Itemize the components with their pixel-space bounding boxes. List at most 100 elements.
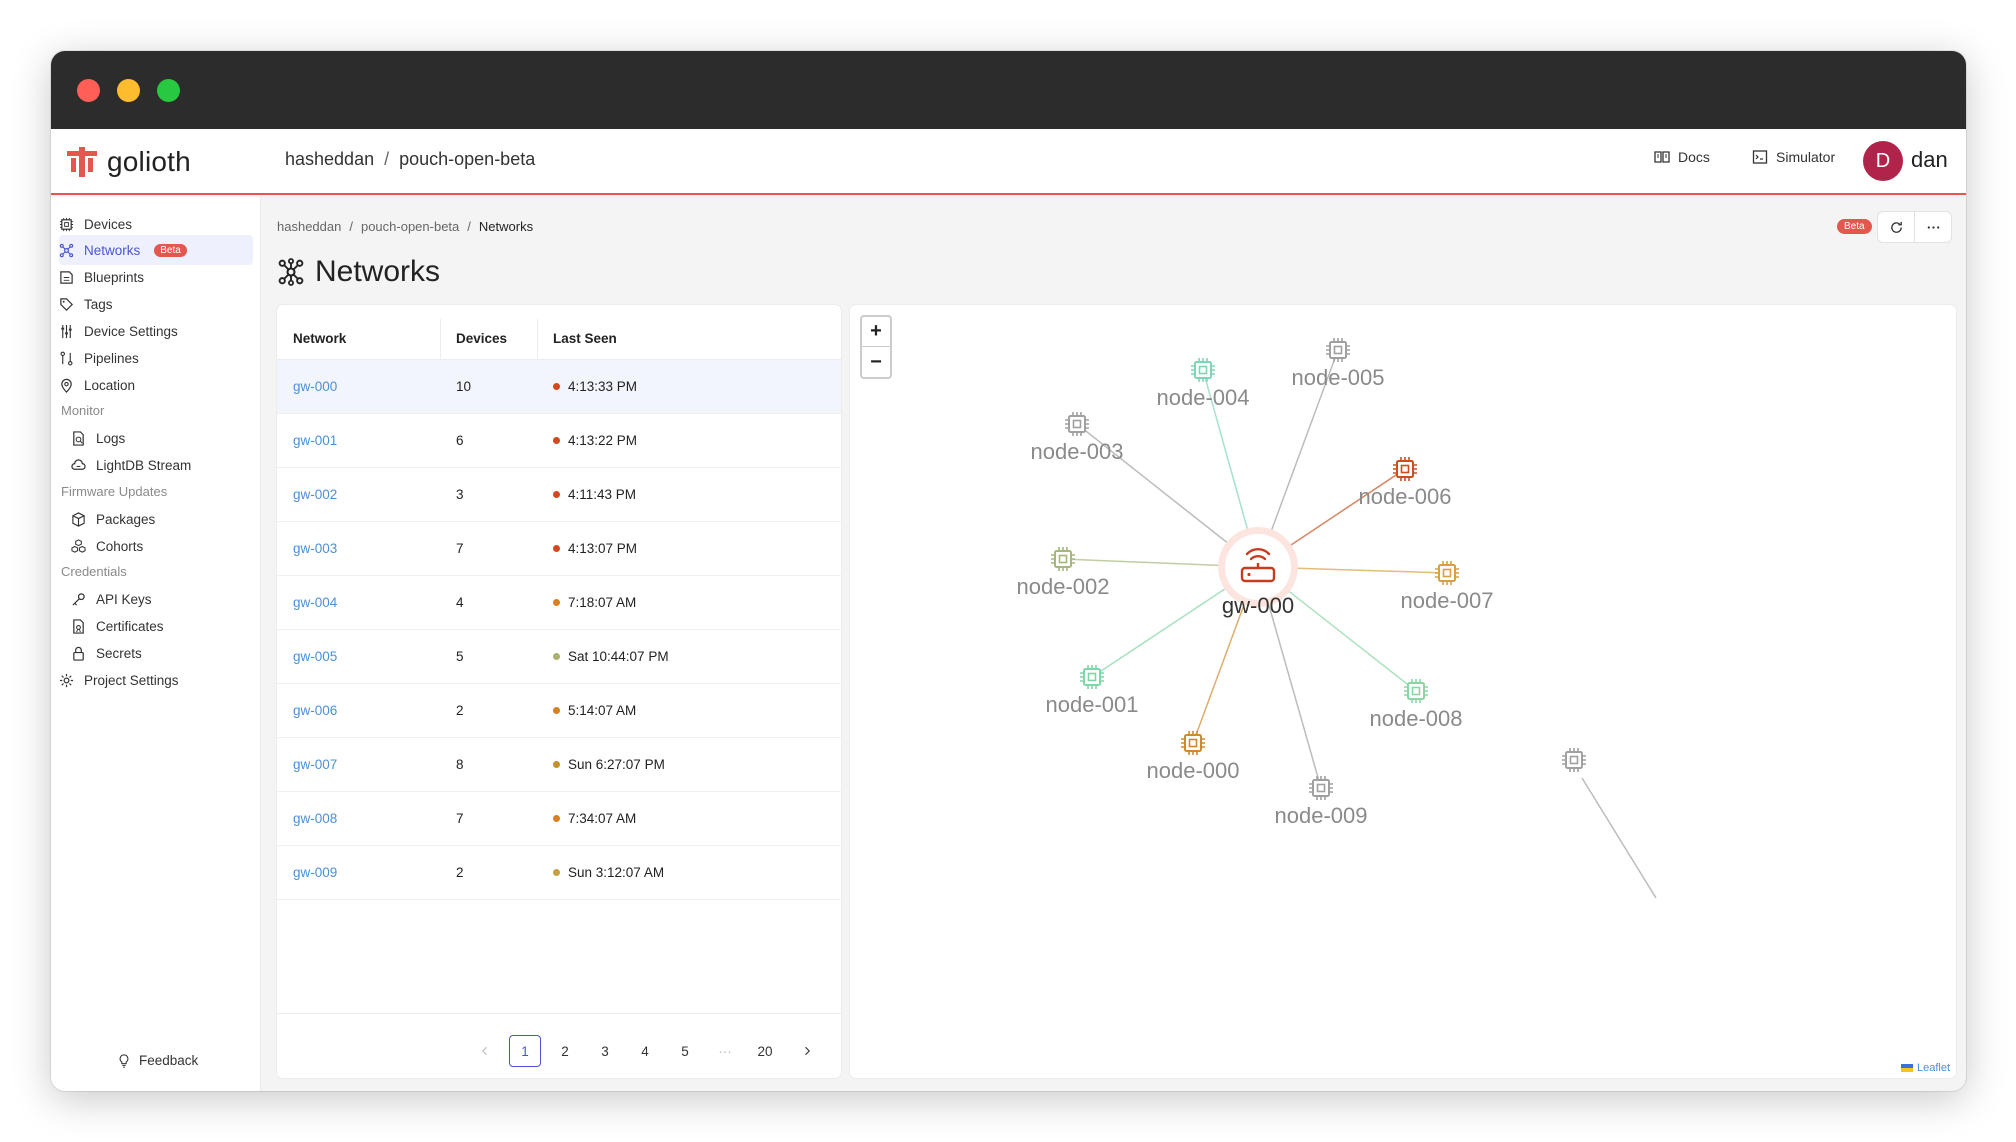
chip-icon[interactable] xyxy=(1181,731,1205,755)
zoom-out-button[interactable]: − xyxy=(862,347,890,377)
chip-icon[interactable] xyxy=(1435,561,1459,585)
maximize-window-button[interactable] xyxy=(157,79,180,102)
network-link[interactable]: gw-003 xyxy=(293,541,337,556)
network-link[interactable]: gw-002 xyxy=(293,487,337,502)
sidebar-item-location[interactable]: Location xyxy=(59,370,253,400)
close-window-button[interactable] xyxy=(77,79,100,102)
network-topology-graph[interactable]: gw-000 node-000 node-001 node-002 node-0… xyxy=(850,305,1956,1078)
gear-icon xyxy=(59,673,74,687)
more-options-button[interactable] xyxy=(1914,211,1952,243)
chip-icon[interactable] xyxy=(1562,748,1586,772)
sidebar-item-packages[interactable]: Packages xyxy=(71,504,253,534)
network-link[interactable]: gw-001 xyxy=(293,433,337,448)
chip-icon[interactable] xyxy=(1191,358,1215,382)
page-button-3[interactable]: 3 xyxy=(589,1035,621,1067)
table-row[interactable]: gw-004 4 7:18:07 AM xyxy=(277,576,841,630)
last-seen-text: 4:13:07 PM xyxy=(568,541,638,556)
chip-icon[interactable] xyxy=(1404,679,1428,703)
golioth-logo[interactable]: golioth xyxy=(65,143,191,181)
sidebar-item-tags[interactable]: Tags xyxy=(59,289,253,319)
zoom-in-button[interactable]: + xyxy=(862,317,890,347)
table-row[interactable]: gw-006 2 5:14:07 AM xyxy=(277,684,841,738)
page-ellipsis[interactable]: ··· xyxy=(709,1035,741,1067)
breadcrumb-owner[interactable]: hasheddan xyxy=(277,219,341,234)
table-row[interactable]: gw-008 7 7:34:07 AM xyxy=(277,792,841,846)
sidebar-item-api-keys[interactable]: API Keys xyxy=(71,584,253,614)
sidebar-item-logs[interactable]: Logs xyxy=(71,423,253,453)
simulator-link[interactable]: Simulator xyxy=(1752,149,1835,165)
table-row[interactable]: gw-005 5 Sat 10:44:07 PM xyxy=(277,630,841,684)
network-map[interactable]: gw-000 node-000 node-001 node-002 node-0… xyxy=(850,305,1956,1078)
sidebar-section-credentials: Credentials xyxy=(61,564,127,579)
table-row[interactable]: gw-000 10 4:13:33 PM xyxy=(277,360,841,414)
chip-icon[interactable] xyxy=(1051,547,1075,571)
sidebar-item-networks[interactable]: Networks Beta xyxy=(59,235,253,265)
sidebar-item-lightdb-stream[interactable]: LightDB Stream xyxy=(71,450,253,480)
sidebar-item-secrets[interactable]: Secrets xyxy=(71,638,253,668)
network-link[interactable]: gw-005 xyxy=(293,649,337,664)
page-button-20[interactable]: 20 xyxy=(749,1035,781,1067)
network-link[interactable]: gw-004 xyxy=(293,595,337,610)
page-button-2[interactable]: 2 xyxy=(549,1035,581,1067)
status-dot xyxy=(553,815,560,822)
node-label: node-005 xyxy=(1292,365,1385,390)
user-avatar[interactable]: D xyxy=(1863,141,1903,181)
sidebar-item-certificates[interactable]: Certificates xyxy=(71,611,253,641)
node-label: node-004 xyxy=(1157,385,1250,410)
column-header-devices[interactable]: Devices xyxy=(456,331,507,346)
network-link[interactable]: gw-006 xyxy=(293,703,337,718)
project-selector[interactable]: hasheddan / pouch-open-beta xyxy=(285,149,535,170)
network-link[interactable]: gw-000 xyxy=(293,379,337,394)
network-link[interactable]: gw-008 xyxy=(293,811,337,826)
breadcrumb-separator: / xyxy=(349,219,353,234)
page-button-1[interactable]: 1 xyxy=(509,1035,541,1067)
docs-link[interactable]: Docs xyxy=(1654,149,1710,165)
table-row[interactable]: gw-001 6 4:13:22 PM xyxy=(277,414,841,468)
page-button-5[interactable]: 5 xyxy=(669,1035,701,1067)
minimize-window-button[interactable] xyxy=(117,79,140,102)
device-count: 7 xyxy=(456,811,464,826)
network-link[interactable]: gw-007 xyxy=(293,757,337,772)
feedback-button[interactable]: Feedback xyxy=(117,1053,198,1068)
chip-icon[interactable] xyxy=(1309,776,1333,800)
network-link[interactable]: gw-009 xyxy=(293,865,337,880)
status-dot xyxy=(553,869,560,876)
last-seen: 7:34:07 AM xyxy=(553,811,636,826)
column-divider xyxy=(537,319,538,359)
breadcrumb-project[interactable]: pouch-open-beta xyxy=(361,219,459,234)
network-icon xyxy=(59,243,74,257)
device-count: 7 xyxy=(456,541,464,556)
sidebar-item-device-settings[interactable]: Device Settings xyxy=(59,316,253,346)
chip-icon[interactable] xyxy=(1080,665,1104,689)
refresh-button[interactable] xyxy=(1877,211,1915,243)
table-row[interactable]: gw-002 3 4:11:43 PM xyxy=(277,468,841,522)
page-button-4[interactable]: 4 xyxy=(629,1035,661,1067)
last-seen-text: 4:13:33 PM xyxy=(568,379,638,394)
chip-icon[interactable] xyxy=(1326,338,1350,362)
sidebar-item-blueprints[interactable]: Blueprints xyxy=(59,262,253,292)
map-attribution[interactable]: Leaflet xyxy=(1900,1062,1950,1074)
previous-page-button[interactable] xyxy=(469,1035,501,1067)
device-count: 2 xyxy=(456,865,464,880)
status-dot xyxy=(553,383,560,390)
node-label: node-008 xyxy=(1370,706,1463,731)
last-seen: Sun 6:27:07 PM xyxy=(553,757,665,772)
column-header-network[interactable]: Network xyxy=(293,331,346,346)
column-header-last-seen[interactable]: Last Seen xyxy=(553,331,617,346)
user-name[interactable]: dan xyxy=(1911,147,1948,173)
next-page-button[interactable] xyxy=(791,1035,823,1067)
node-label: node-006 xyxy=(1359,484,1452,509)
chip-icon[interactable] xyxy=(1065,412,1089,436)
table-row[interactable]: gw-007 8 Sun 6:27:07 PM xyxy=(277,738,841,792)
chip-icon[interactable] xyxy=(1393,457,1417,481)
table-row[interactable]: gw-003 7 4:13:07 PM xyxy=(277,522,841,576)
chevron-right-icon xyxy=(805,1046,811,1056)
page-title-text: Networks xyxy=(315,255,441,288)
sidebar-item-label: LightDB Stream xyxy=(96,457,192,473)
sidebar-item-cohorts[interactable]: Cohorts xyxy=(71,531,253,561)
certificate-icon xyxy=(73,618,84,634)
table-row[interactable]: gw-009 2 Sun 3:12:07 AM xyxy=(277,846,841,900)
last-seen: 4:13:07 PM xyxy=(553,541,637,556)
sidebar-item-pipelines[interactable]: Pipelines xyxy=(59,343,253,373)
sidebar-item-project-settings[interactable]: Project Settings xyxy=(59,665,253,695)
